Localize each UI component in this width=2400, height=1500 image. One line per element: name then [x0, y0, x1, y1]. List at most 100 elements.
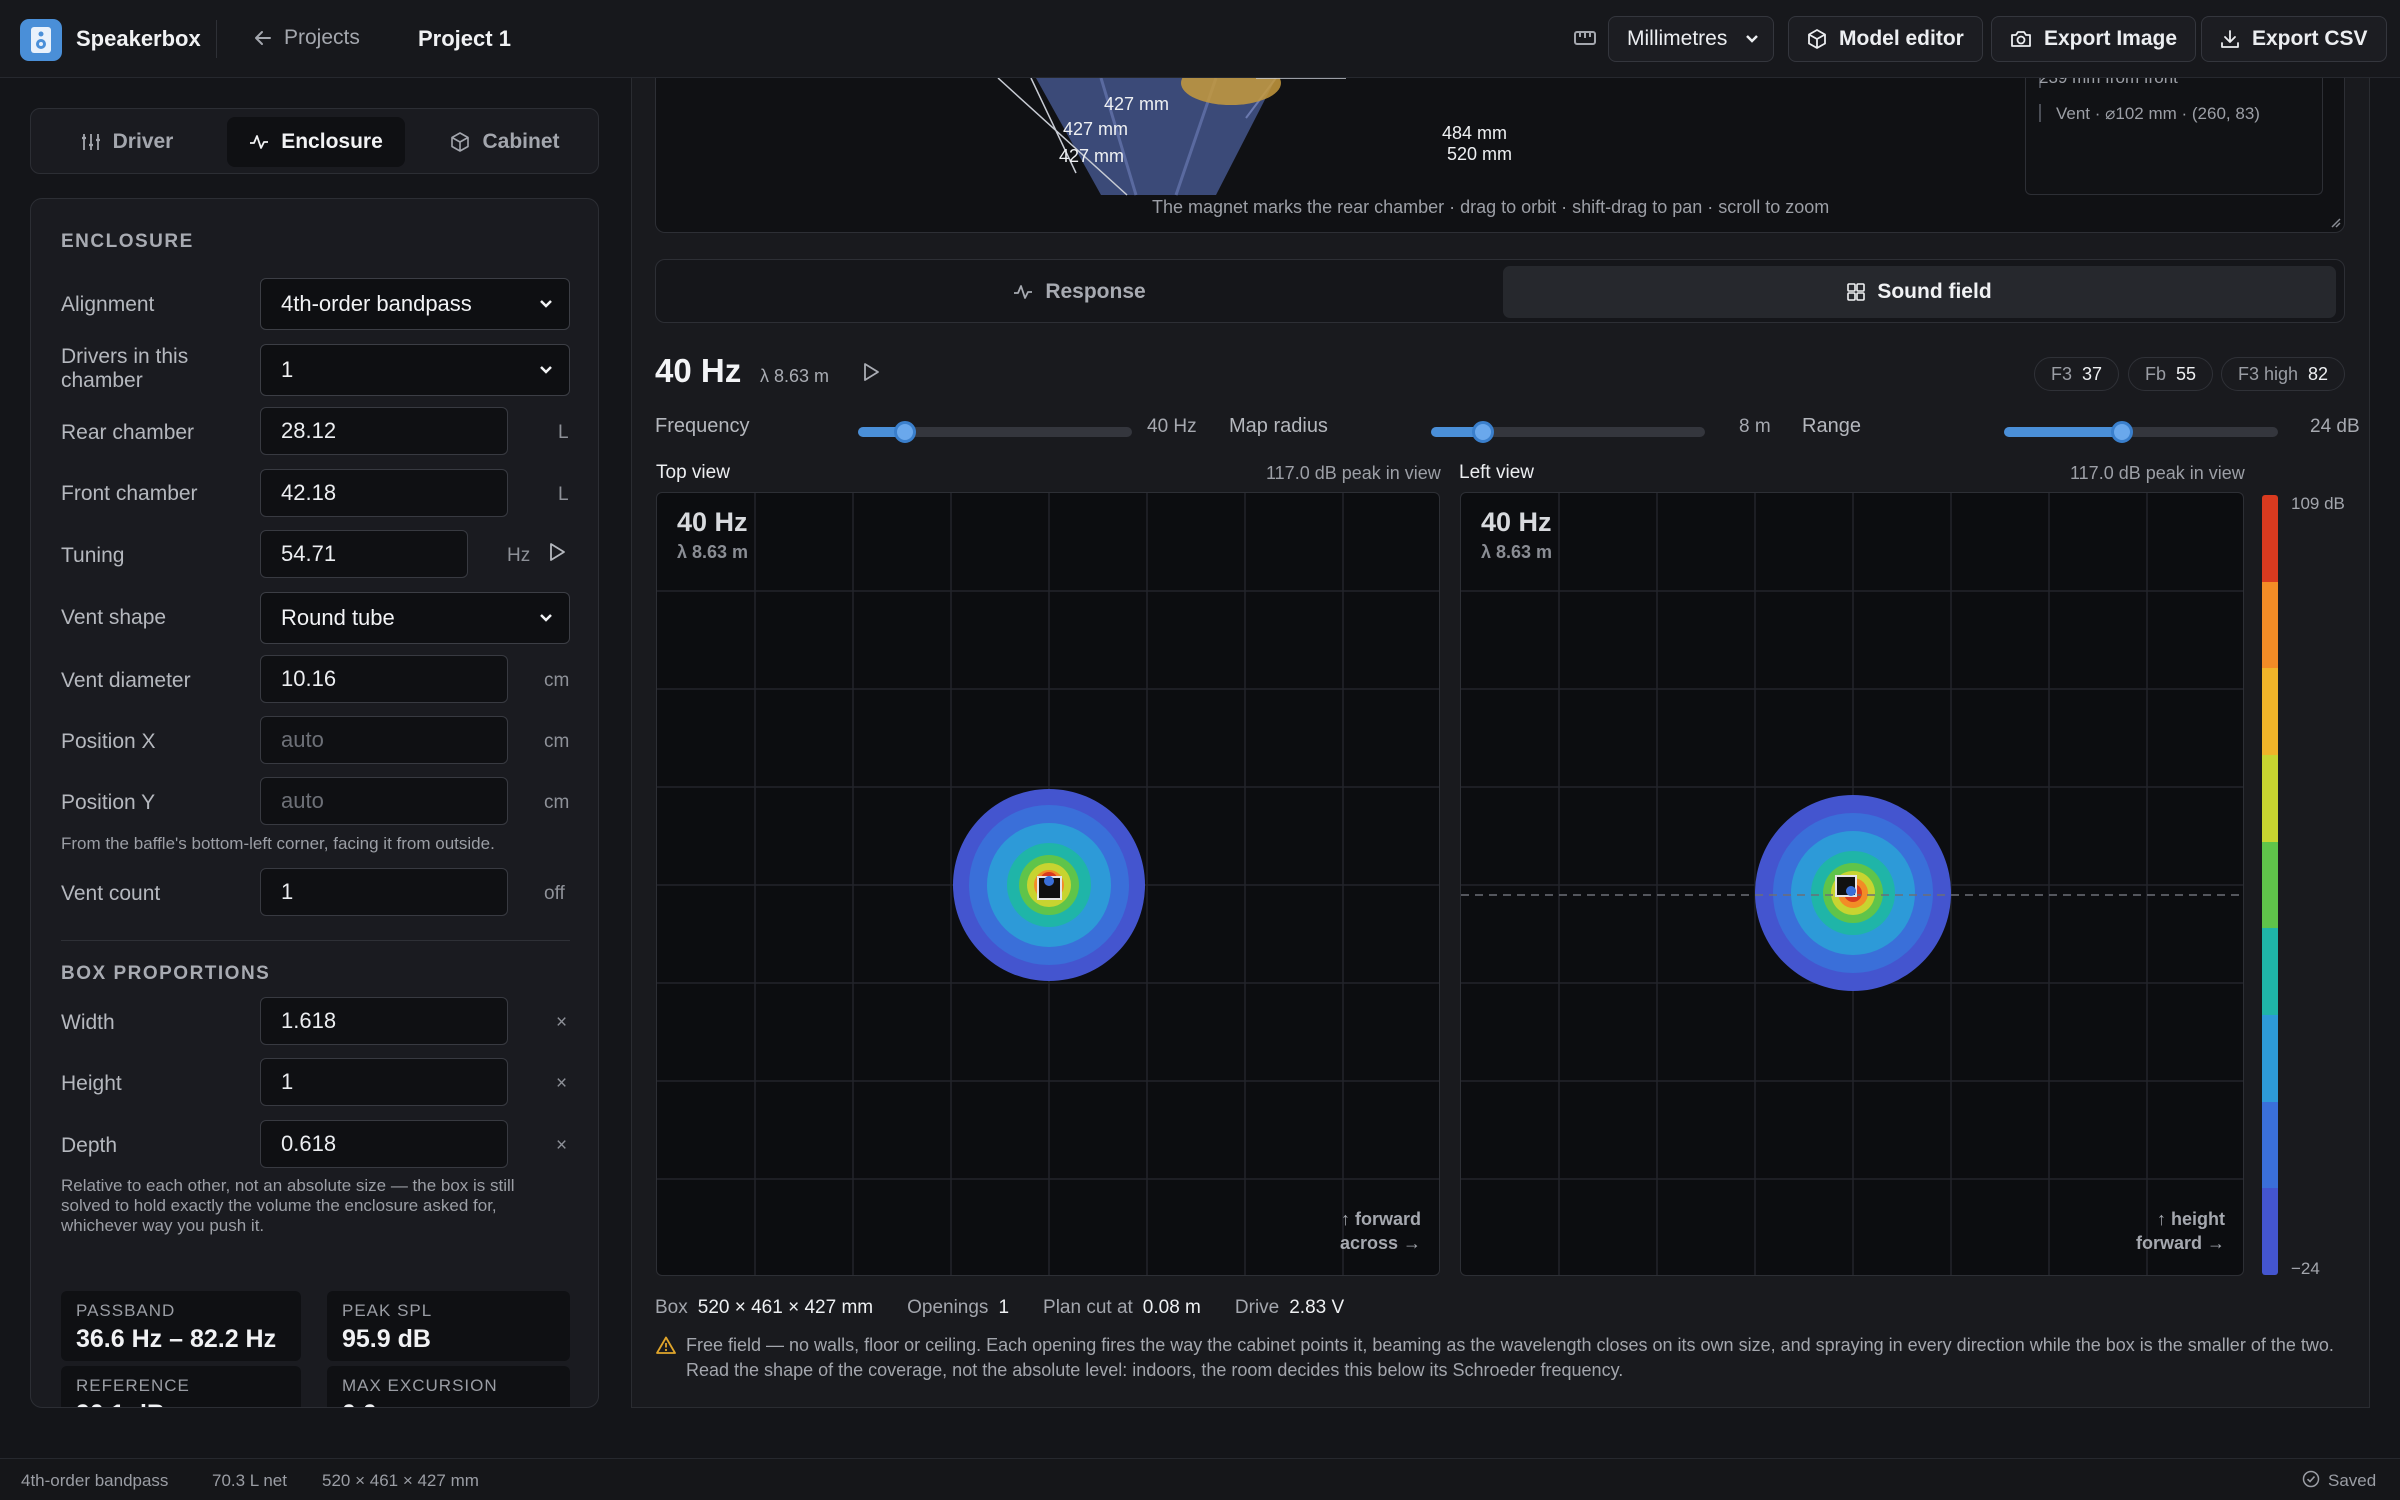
vent-count-label: Vent count [61, 882, 161, 905]
tab-enclosure[interactable]: Enclosure [227, 117, 405, 167]
excursion-label: MAX EXCURSION [342, 1376, 498, 1395]
rear-chamber-input[interactable]: 28.12 [260, 407, 508, 455]
vent-diameter-input[interactable]: 10.16 [260, 655, 508, 703]
position-y-label: Position Y [61, 791, 156, 814]
alignment-select[interactable]: 4th-order bandpass [260, 278, 570, 330]
vent-shape-label: Vent shape [61, 606, 167, 629]
enclosure-section-title: ENCLOSURE [61, 231, 194, 252]
height-label: Height [61, 1072, 122, 1095]
colorbar-max-label: 109 dB [2291, 494, 2345, 513]
colorbar-segment [2262, 928, 2278, 1016]
footer-dims: 520 × 461 × 427 mm [322, 1471, 479, 1490]
projects-back-link[interactable]: Projects [254, 26, 360, 50]
top-view-peak: 117.0 dB peak in view [1266, 463, 1441, 483]
footer-volume: 70.3 L net [212, 1471, 287, 1490]
export-csv-button[interactable]: Export CSV [2201, 16, 2387, 62]
model-viewport[interactable]: 427 mm 427 mm 427 mm 484 mm 520 mm 239 m… [655, 78, 2345, 233]
grid-icon [1847, 283, 1866, 301]
top-view-wavelength: λ 8.63 m [677, 542, 749, 562]
vent-shape-select[interactable]: Round tube [260, 592, 570, 644]
viewport-caption: The magnet marks the rear chamber · drag… [1152, 197, 1830, 217]
height-input[interactable]: 1 [260, 1058, 508, 1106]
drivers-select[interactable]: 1 [260, 344, 570, 396]
alignment-value: 4th-order bandpass [281, 291, 472, 316]
range-label: Range [1802, 415, 1861, 437]
front-chamber-input[interactable]: 42.18 [260, 469, 508, 517]
top-view-title: Top view [656, 462, 730, 483]
depth-input[interactable]: 0.618 [260, 1120, 508, 1168]
front-chamber-label: Front chamber [61, 482, 198, 505]
play-icon[interactable] [862, 362, 880, 382]
check-circle-icon [2302, 1470, 2320, 1488]
alignment-label: Alignment [61, 293, 155, 316]
map-radius-label: Map radius [1229, 415, 1328, 437]
colorbar-segment [2262, 495, 2278, 582]
plan-cut-value: 0.08 m [1142, 1297, 1201, 1318]
tab-driver[interactable]: Driver [39, 117, 215, 167]
drive-value: 2.83 V [1289, 1297, 1345, 1318]
header-divider [216, 20, 217, 58]
slider-thumb[interactable] [2110, 421, 2133, 443]
free-field-note: Free field — no walls, floor or ceiling.… [656, 1333, 2336, 1383]
model-editor-button[interactable]: Model editor [1788, 16, 1983, 62]
chevron-down-icon [539, 365, 553, 375]
vent-count-input[interactable]: 1 [260, 868, 508, 916]
tab-sound-field[interactable]: Sound field [1503, 266, 2336, 318]
play-tuning-icon[interactable] [548, 542, 566, 562]
export-image-button[interactable]: Export Image [1991, 16, 2197, 62]
project-title: Project 1 [418, 26, 511, 51]
colorbar-segment [2262, 841, 2278, 929]
passband-stat: PASSBAND 36.6 Hz – 82.2 Hz [61, 1291, 301, 1361]
vent-diameter-label: Vent diameter [61, 669, 191, 692]
map-radius-slider[interactable] [1431, 421, 1705, 443]
resize-handle-icon[interactable] [2329, 216, 2341, 228]
top-view-plot[interactable]: 40 Hz λ 8.63 m ↑ forward across → [656, 492, 1440, 1276]
dimension-label: 427 mm [1104, 94, 1170, 114]
rear-chamber-label: Rear chamber [61, 421, 195, 444]
reference-label: REFERENCE [76, 1376, 190, 1395]
openings-value: 1 [998, 1297, 1010, 1318]
frequency-slider[interactable] [858, 421, 1132, 443]
fb-chip-label: Fb [2145, 363, 2167, 384]
left-view-plot[interactable]: 40 Hz λ 8.63 m ↑ height forward → [1460, 492, 2244, 1276]
export-csv-label: Export CSV [2252, 27, 2368, 50]
box-value: 520 × 461 × 427 mm [697, 1297, 874, 1318]
slider-thumb[interactable] [1472, 421, 1495, 443]
drive-label: Drive [1234, 1297, 1280, 1318]
reference-stat: REFERENCE 90.1 dB [61, 1366, 301, 1407]
axis-forward: ↑ forward [1340, 1209, 1421, 1229]
left-view-title: Left view [1459, 462, 1534, 483]
position-y-input[interactable]: auto [260, 777, 508, 825]
position-x-unit: cm [544, 731, 570, 752]
position-x-label: Position X [61, 730, 156, 753]
tab-response[interactable]: Response [664, 266, 1495, 318]
slider-fill [2004, 427, 2122, 437]
width-input[interactable]: 1.618 [260, 997, 508, 1045]
colorbar-segment [2262, 1188, 2278, 1275]
vent-count-unit: off [544, 883, 565, 904]
range-slider[interactable] [2004, 421, 2278, 443]
chevron-down-icon [539, 613, 553, 623]
sliders-icon [81, 133, 101, 151]
peak-spl-stat: PEAK SPL 95.9 dB [327, 1291, 570, 1361]
ruler-icon [1574, 29, 1596, 47]
axis-forward: forward → [2135, 1233, 2225, 1253]
colorbar [2262, 495, 2278, 1275]
colorbar-segment [2262, 1015, 2278, 1102]
free-field-note-text: Free field — no walls, floor or ceiling.… [686, 1335, 2334, 1380]
f3-high-chip: F3 high 82 [2221, 357, 2346, 391]
view-tabs: Response Sound field [655, 259, 2345, 323]
axis-across: across → [1339, 1233, 1421, 1253]
left-view-frequency: 40 Hz [1481, 507, 1552, 537]
openings-label: Openings [907, 1297, 989, 1318]
slider-thumb[interactable] [893, 421, 916, 443]
model-legend: 239 mm from front Vent · ⌀102 mm · (260,… [2025, 78, 2323, 195]
pulse-icon [1013, 283, 1033, 301]
position-x-input[interactable]: auto [260, 716, 508, 764]
top-view-field [657, 493, 1439, 1275]
tab-cabinet[interactable]: Cabinet [417, 117, 593, 167]
map-radius-value: 8 m [1739, 416, 1771, 437]
tuning-input[interactable]: 54.71 [260, 530, 468, 578]
units-select[interactable]: Millimetres [1608, 16, 1774, 62]
box-proportions-title: BOX PROPORTIONS [61, 963, 271, 984]
